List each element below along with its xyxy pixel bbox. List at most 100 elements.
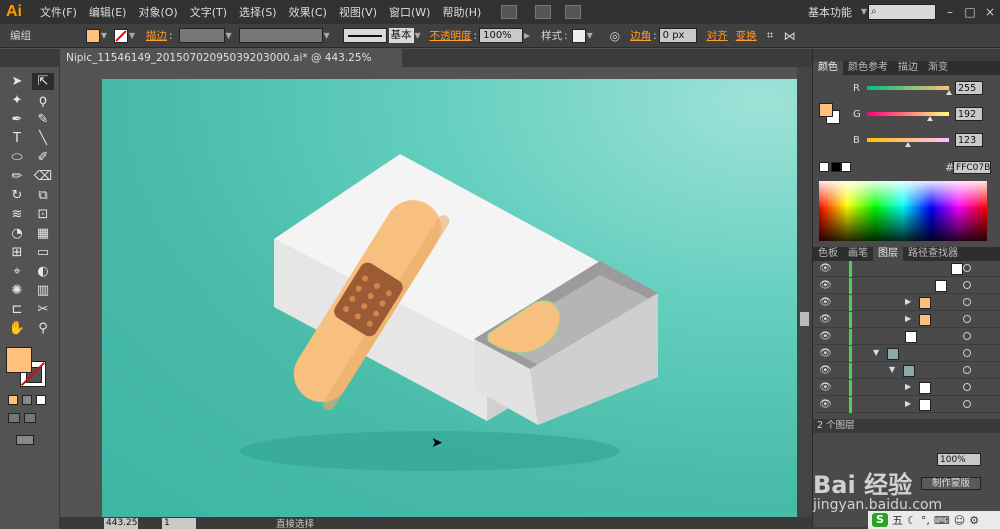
menu-effect[interactable]: 效果(C): [283, 4, 333, 20]
blend-tool-icon[interactable]: ◐: [32, 263, 54, 280]
none-mode-icon[interactable]: [36, 395, 46, 405]
color-panel-fill[interactable]: [819, 103, 833, 117]
vertical-scrollbar[interactable]: [797, 67, 812, 529]
expand-icon[interactable]: ▶: [905, 382, 911, 391]
target-icon[interactable]: [963, 298, 971, 306]
tab-color-guide[interactable]: 颜色参考: [843, 61, 893, 75]
chevron-down-icon[interactable]: ▼: [414, 29, 422, 43]
g-value-field[interactable]: 192: [955, 107, 983, 121]
menu-select[interactable]: 选择(S): [233, 4, 283, 20]
opacity-label[interactable]: 不透明度: [430, 28, 472, 43]
collapse-icon[interactable]: ▼: [889, 365, 895, 374]
layer-row[interactable]: 👁: [813, 261, 1000, 277]
expand-icon[interactable]: ▶: [905, 314, 911, 323]
eye-icon[interactable]: 👁: [819, 314, 832, 325]
eraser-tool-icon[interactable]: ⌫: [32, 168, 54, 185]
eye-icon[interactable]: 👁: [819, 399, 832, 410]
rotate-tool-icon[interactable]: ↻: [6, 187, 28, 204]
target-icon[interactable]: [963, 383, 971, 391]
chevron-down-icon[interactable]: ▼: [586, 29, 594, 43]
tab-stroke[interactable]: 描边: [893, 61, 923, 75]
none-swatch[interactable]: [819, 162, 829, 172]
black-swatch[interactable]: [831, 162, 841, 172]
opacity-field[interactable]: 100%: [479, 28, 524, 43]
punctuation-icon[interactable]: °,: [921, 514, 930, 527]
draw-mode-icon[interactable]: [24, 413, 36, 423]
panel-menu-icon[interactable]: ⋈: [783, 29, 795, 43]
scroll-thumb[interactable]: [800, 312, 809, 326]
target-icon[interactable]: [963, 264, 971, 272]
draw-mode-icon[interactable]: [8, 413, 20, 423]
selection-tool-icon[interactable]: ➤: [6, 73, 28, 90]
artboard-tool-icon[interactable]: ⊏: [6, 301, 28, 318]
g-slider[interactable]: [867, 112, 949, 116]
color-spectrum[interactable]: [819, 181, 987, 241]
target-icon[interactable]: [963, 332, 971, 340]
chevron-down-icon[interactable]: ▼: [860, 5, 868, 19]
paintbrush-tool-icon[interactable]: ✐: [32, 149, 54, 166]
close-icon[interactable]: ×: [980, 5, 1000, 19]
g-slider-knob[interactable]: [927, 116, 933, 121]
white-swatch[interactable]: [841, 162, 851, 172]
menu-view[interactable]: 视图(V): [333, 4, 383, 20]
moon-icon[interactable]: ☾: [907, 514, 917, 527]
fill-swatch[interactable]: [86, 28, 100, 43]
eye-icon[interactable]: 👁: [819, 280, 832, 291]
hex-field[interactable]: FFC07B: [953, 161, 991, 174]
collapse-icon[interactable]: ▼: [873, 348, 879, 357]
r-slider-knob[interactable]: [946, 90, 952, 95]
keyboard-icon[interactable]: ⌨: [934, 514, 950, 527]
target-icon[interactable]: [963, 400, 971, 408]
menu-window[interactable]: 窗口(W): [383, 4, 436, 20]
chevron-down-icon[interactable]: ▼: [225, 29, 233, 43]
layer-row[interactable]: 👁 ▶: [813, 380, 1000, 396]
transparency-opacity-field[interactable]: 100%: [937, 453, 981, 466]
curvature-tool-icon[interactable]: ✎: [32, 111, 54, 128]
eyedropper-tool-icon[interactable]: ⌖: [6, 263, 28, 280]
column-graph-tool-icon[interactable]: ▥: [32, 282, 54, 299]
shape-builder-tool-icon[interactable]: ◔: [6, 225, 28, 242]
expand-icon[interactable]: ▶: [905, 297, 911, 306]
menu-type[interactable]: 文字(T): [184, 4, 233, 20]
b-value-field[interactable]: 123: [955, 133, 983, 147]
mesh-tool-icon[interactable]: ⊞: [6, 244, 28, 261]
arrange-documents-icon[interactable]: [535, 5, 552, 19]
menu-edit[interactable]: 编辑(E): [83, 4, 133, 20]
artboard[interactable]: [102, 79, 797, 517]
workspace-switcher[interactable]: 基本功能: [808, 4, 852, 20]
eye-icon[interactable]: 👁: [819, 348, 832, 359]
artboard-number-field[interactable]: 1: [162, 517, 196, 529]
help-search-input[interactable]: ⌕: [868, 4, 936, 20]
ime-logo[interactable]: S: [872, 513, 888, 527]
tab-layers[interactable]: 图层: [873, 247, 903, 261]
eye-icon[interactable]: 👁: [819, 297, 832, 308]
tab-brushes[interactable]: 画笔: [843, 247, 873, 261]
zoom-field[interactable]: 443.25: [104, 517, 138, 529]
chevron-down-icon[interactable]: ▼: [323, 29, 331, 43]
align-link[interactable]: 对齐: [707, 28, 728, 43]
slice-tool-icon[interactable]: ✂: [32, 301, 54, 318]
graphic-style-swatch[interactable]: [571, 28, 586, 43]
ime-mode[interactable]: 五: [892, 512, 903, 528]
pen-tool-icon[interactable]: ✒: [6, 111, 28, 128]
menu-help[interactable]: 帮助(H): [436, 4, 487, 20]
screen-mode-icon[interactable]: [16, 435, 34, 445]
target-icon[interactable]: [963, 281, 971, 289]
free-transform-tool-icon[interactable]: ⊡: [32, 206, 54, 223]
user-icon[interactable]: ☺: [954, 514, 965, 527]
menu-file[interactable]: 文件(F): [34, 4, 83, 20]
layer-row[interactable]: 👁: [813, 329, 1000, 345]
settings-icon[interactable]: ⚙: [969, 514, 979, 527]
tab-pathfinder[interactable]: 路径查找器: [903, 247, 963, 261]
layer-row[interactable]: 👁 ▼: [813, 346, 1000, 362]
layer-row[interactable]: 👁 ▼: [813, 363, 1000, 379]
layer-row[interactable]: 👁 ▶: [813, 295, 1000, 311]
scale-tool-icon[interactable]: ⧉: [32, 187, 54, 204]
color-mode-icon[interactable]: [8, 395, 18, 405]
menu-object[interactable]: 对象(O): [132, 4, 183, 20]
symbol-sprayer-tool-icon[interactable]: ✺: [6, 282, 28, 299]
lasso-tool-icon[interactable]: ϙ: [32, 92, 54, 109]
isolate-icon[interactable]: ⌗: [767, 28, 774, 43]
chevron-down-icon[interactable]: ▼: [100, 29, 108, 43]
eye-icon[interactable]: 👁: [819, 263, 832, 274]
